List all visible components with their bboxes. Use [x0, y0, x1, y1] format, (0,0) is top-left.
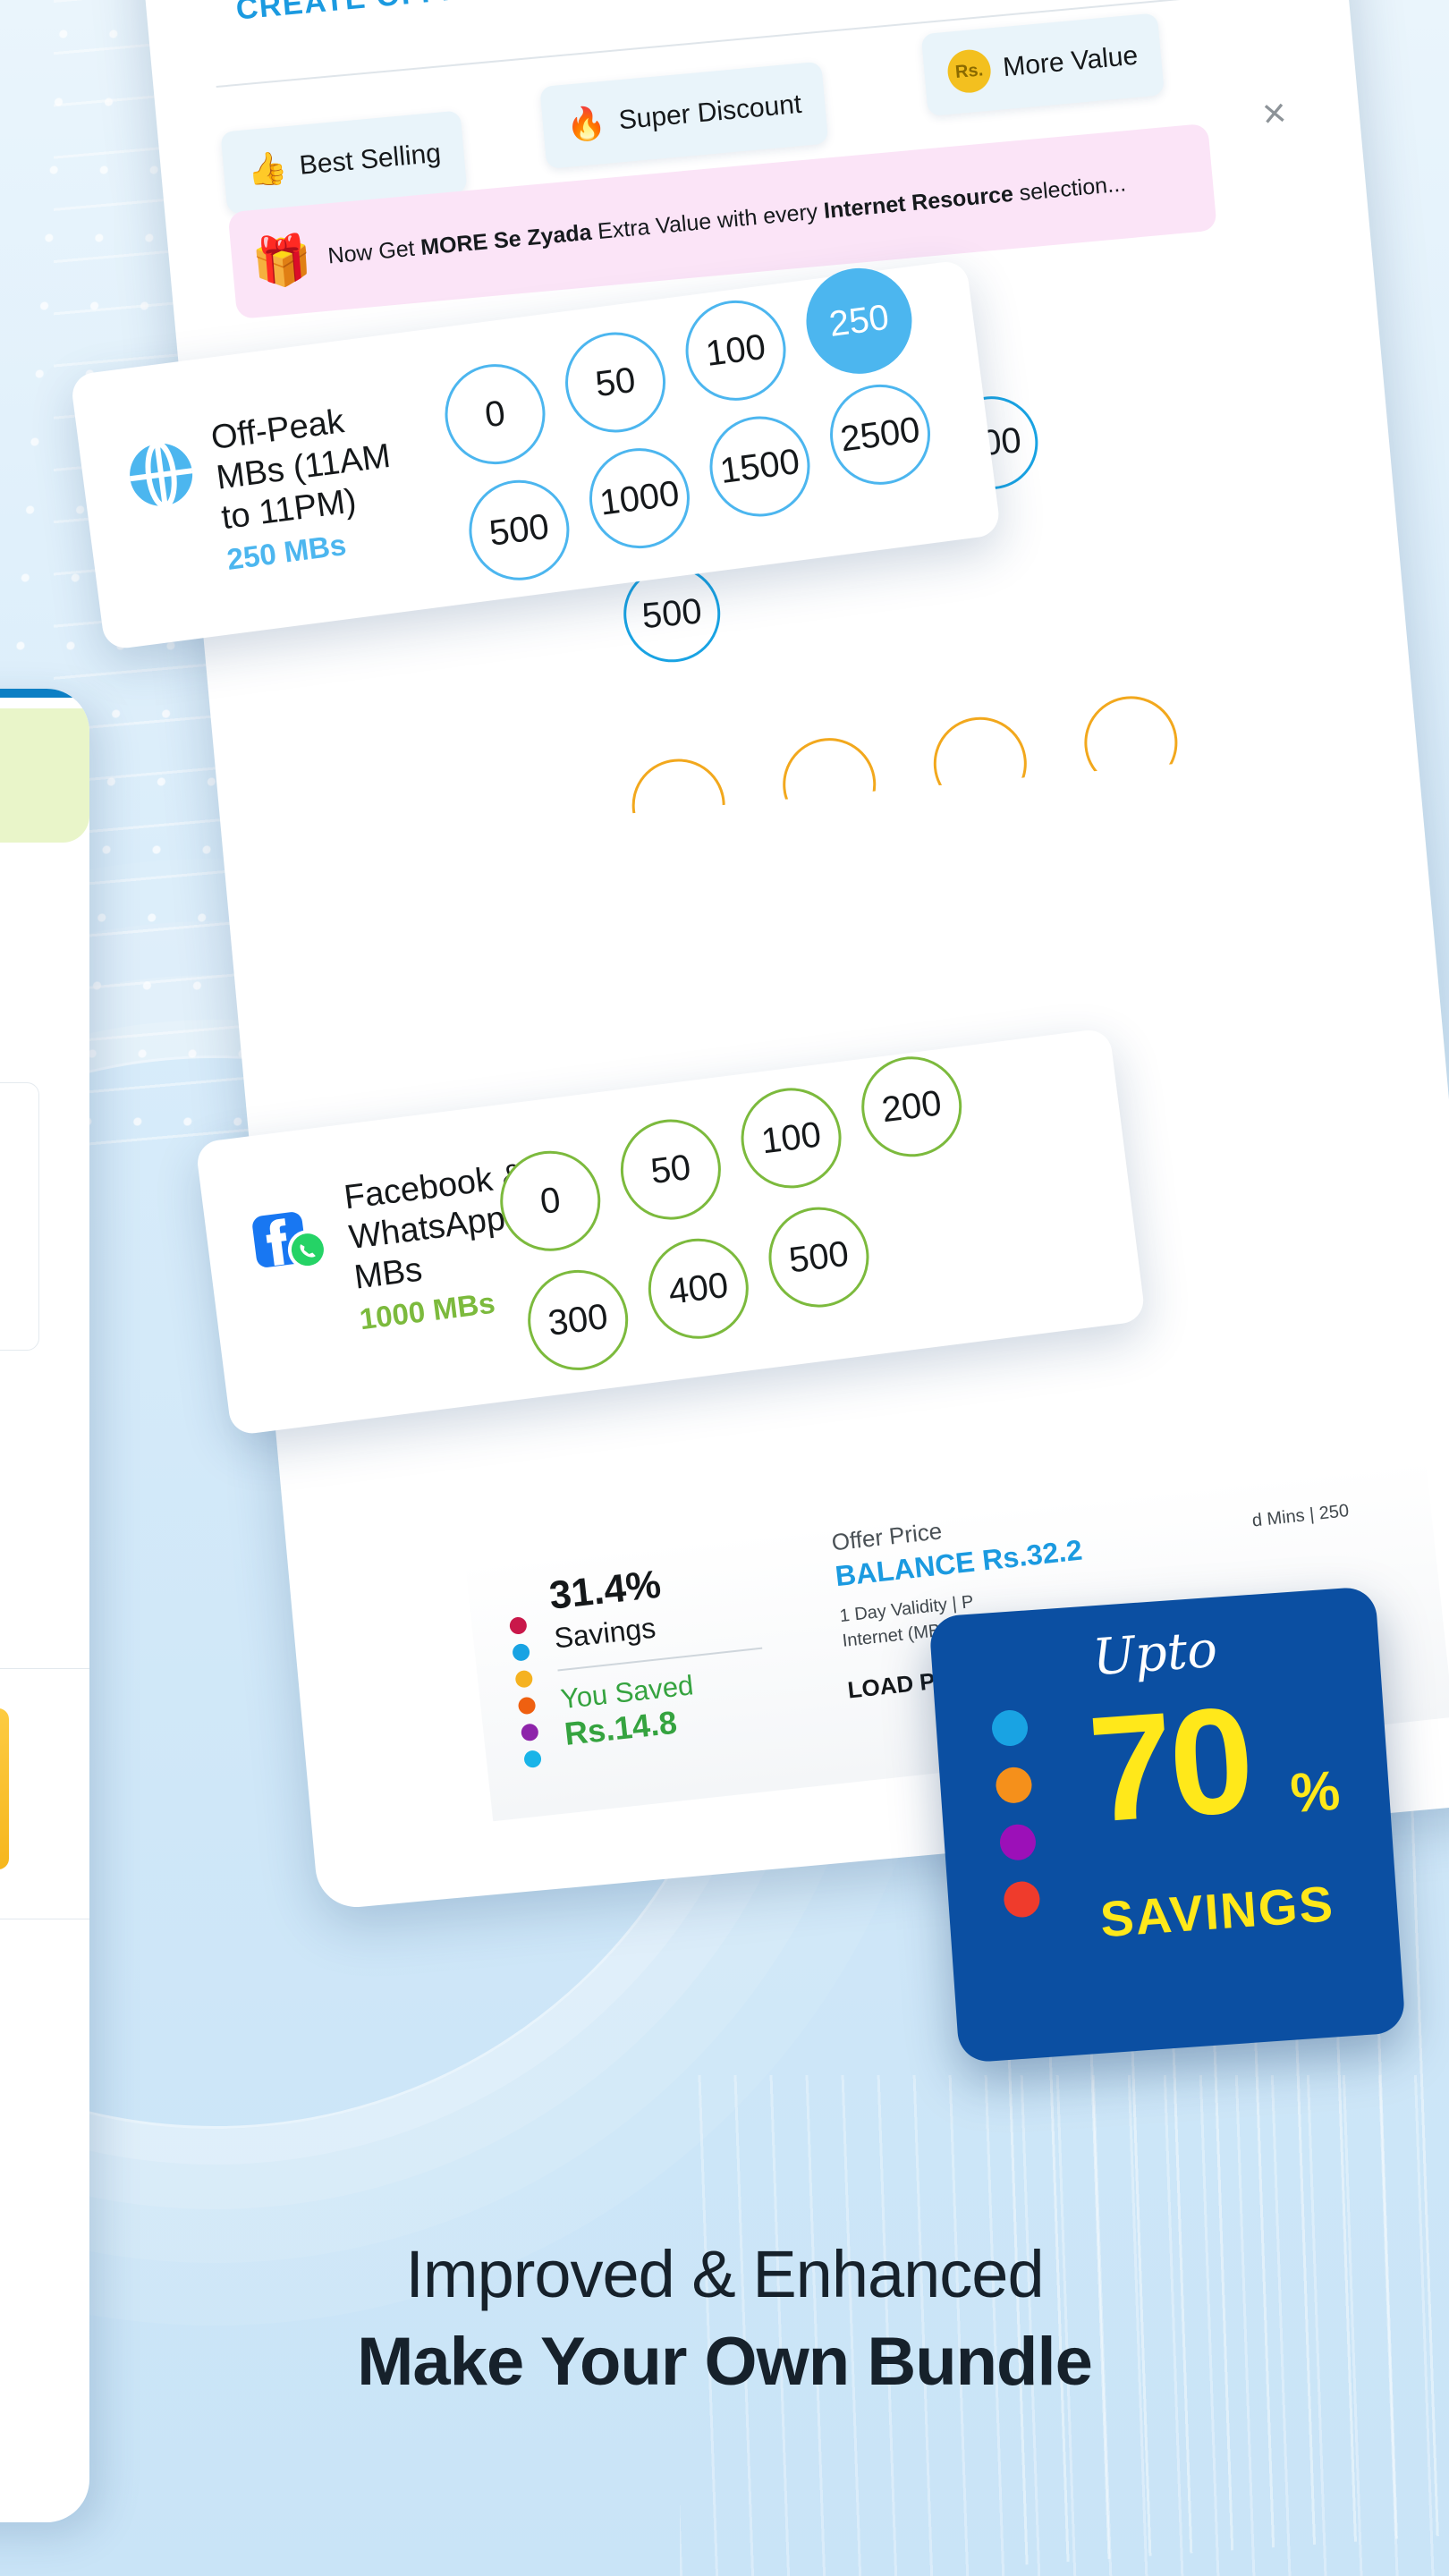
option-bubble-50[interactable]: 50: [614, 1113, 727, 1226]
option-bubble-0[interactable]: 0: [438, 358, 552, 470]
filter-chip-super-discount[interactable]: 🔥 Super Discount: [539, 61, 829, 169]
option-bubble-500[interactable]: 500: [762, 1201, 876, 1314]
filter-chip-more-value[interactable]: Rs. More Value: [920, 13, 1165, 117]
left-phone-yellow-card: [0, 1708, 9, 1869]
sparkle-thumbs-up-icon: 👍: [245, 148, 289, 190]
tab-bar: CREATE OFFER SAVED OFFERS: [145, 0, 1345, 67]
option-bubble-100[interactable]: 100: [734, 1081, 848, 1194]
close-icon[interactable]: ×: [1260, 89, 1288, 137]
headline-block: Improved & Enhanced Make Your Own Bundle: [0, 2236, 1449, 2401]
legend-dot: [520, 1723, 539, 1742]
filter-chip-label: More Value: [1001, 40, 1140, 83]
facebook-whatsapp-icon: [250, 1206, 334, 1279]
badge-dot-column: [990, 1708, 1041, 1919]
option-bubble[interactable]: [778, 733, 880, 816]
headline-line-2: Make Your Own Bundle: [357, 2324, 1093, 2400]
option-bubble-400[interactable]: 400: [642, 1233, 755, 1345]
left-phone-topbar: [0, 689, 89, 698]
option-bubble-100[interactable]: 100: [679, 294, 792, 407]
legend-dot: [508, 1616, 528, 1635]
option-bubble[interactable]: [1080, 691, 1182, 793]
option-bubble-500[interactable]: 500: [462, 473, 576, 587]
savings-badge: Upto 70 % SAVINGS: [928, 1586, 1406, 2063]
option-bubble-50[interactable]: 50: [559, 326, 672, 439]
option-bubble-1500[interactable]: 1500: [703, 410, 817, 523]
resource-title: Off-Peak MBs (11AM to 11PM): [208, 402, 393, 537]
badge-dot: [1003, 1880, 1041, 1919]
legend-dot: [523, 1750, 543, 1769]
option-bubble-1000[interactable]: 1000: [583, 442, 696, 555]
tab-create-offer[interactable]: CREATE OFFER: [234, 0, 487, 28]
badge-number: 70: [1083, 1674, 1256, 1854]
rupee-coin-icon: Rs.: [945, 47, 993, 95]
left-phone-divider-1: [0, 1668, 89, 1669]
option-bubble[interactable]: [929, 713, 1031, 815]
badge-percent-symbol: %: [1288, 1759, 1343, 1826]
badge-dot: [990, 1708, 1030, 1748]
headline-line-1: Improved & Enhanced: [405, 2237, 1044, 2311]
promo-screenshot: s › › 2:53 Tax CREATE OFFER SAVED OFFERS…: [0, 0, 1449, 2576]
globe-icon: [122, 436, 199, 513]
badge-dot: [995, 1766, 1033, 1805]
discount-flame-icon: 🔥: [564, 103, 608, 144]
filter-chip-label: Super Discount: [617, 89, 803, 136]
savings-block: 31.4% Savings You Saved Rs.14.8: [547, 1547, 816, 1753]
legend-dot: [517, 1696, 537, 1716]
left-phone-card-1: [0, 1082, 39, 1351]
resource-label-off-peak: Off-Peak MBs (11AM to 11PM) 250 MBs: [120, 393, 433, 589]
option-bubble-200[interactable]: 200: [855, 1050, 968, 1163]
gift-box-icon: 🎁: [250, 232, 315, 292]
option-bubble[interactable]: [628, 755, 730, 816]
option-bubble-250-selected[interactable]: 250: [800, 261, 919, 380]
option-bubble-2500[interactable]: 2500: [824, 378, 936, 491]
badge-dot: [998, 1823, 1038, 1862]
legend-dot: [514, 1669, 534, 1689]
legend-dot: [512, 1642, 531, 1662]
savings-dot-legend: [508, 1616, 543, 1769]
badge-savings-label: SAVINGS: [1098, 1875, 1336, 1948]
left-phone-green-banner: [0, 708, 89, 843]
filter-chip-label: Best Selling: [298, 138, 443, 181]
